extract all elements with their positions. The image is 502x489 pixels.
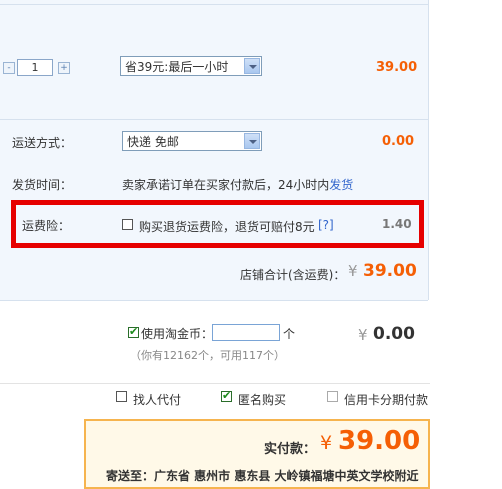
- payment-amount: 39.00: [338, 426, 421, 456]
- payment-currency: ¥: [320, 432, 333, 454]
- credit-installment-checkbox[interactable]: [327, 391, 338, 402]
- store-total-label: 店铺合计(含运费)：: [240, 268, 346, 282]
- item-price: 39.00: [376, 60, 418, 75]
- use-coins-label: 使用淘金币：: [141, 327, 214, 341]
- coins-currency: ¥: [358, 326, 368, 344]
- store-total-amount: 39.00: [363, 261, 417, 281]
- divider: [0, 4, 428, 5]
- coins-amount: 0.00: [373, 324, 415, 344]
- delivery-link[interactable]: 发货: [329, 178, 353, 192]
- discount-select-value: 省39元:最后一小时: [125, 60, 229, 74]
- insurance-checkbox[interactable]: [122, 219, 133, 230]
- delivery-text: 卖家承诺订单在买家付款后，24小时内发货: [122, 176, 353, 193]
- shipping-select-value: 快递 免邮: [127, 135, 179, 149]
- credit-installment-label: 信用卡分期付款: [344, 393, 429, 407]
- insurance-help-link[interactable]: [?]: [318, 218, 334, 232]
- coins-input[interactable]: [212, 324, 280, 341]
- quantity-plus-button[interactable]: +: [58, 62, 70, 74]
- chevron-down-icon: [244, 133, 260, 149]
- use-coins-checkbox[interactable]: [128, 325, 139, 338]
- shipping-price: 0.00: [382, 134, 415, 149]
- insurance-label: 运费险：: [22, 219, 71, 233]
- anonymous-checkbox[interactable]: [221, 389, 232, 402]
- shipping-label: 运送方式：: [12, 136, 73, 150]
- insurance-price: 1.40: [382, 217, 412, 231]
- store-total-currency: ¥: [348, 262, 358, 280]
- find-payer-checkbox[interactable]: [116, 391, 127, 402]
- quantity-input[interactable]: 1: [17, 59, 53, 76]
- divider: [0, 300, 428, 301]
- insurance-text: 购买退货运费险，退货可赔付8元: [139, 220, 315, 234]
- coins-hint: （你有12162个，可用117个）: [130, 349, 285, 362]
- find-payer-label: 找人代付: [133, 393, 182, 407]
- delivery-text-body: 卖家承诺订单在买家付款后，24小时内: [122, 178, 330, 192]
- coins-unit: 个: [283, 327, 296, 341]
- delivery-label: 发货时间：: [12, 178, 73, 192]
- chevron-down-icon: [244, 58, 260, 74]
- shipping-address: 寄送至：广东省 惠州市 惠东县 大岭镇福塘中英文学校附近: [106, 469, 419, 483]
- shipping-select[interactable]: 快递 免邮: [122, 131, 262, 151]
- payment-label: 实付款：: [264, 442, 317, 457]
- anonymous-label: 匿名购买: [238, 393, 287, 407]
- discount-select[interactable]: 省39元:最后一小时: [120, 56, 262, 76]
- divider: [0, 383, 430, 384]
- divider: [0, 119, 428, 120]
- quantity-minus-button[interactable]: -: [3, 62, 15, 74]
